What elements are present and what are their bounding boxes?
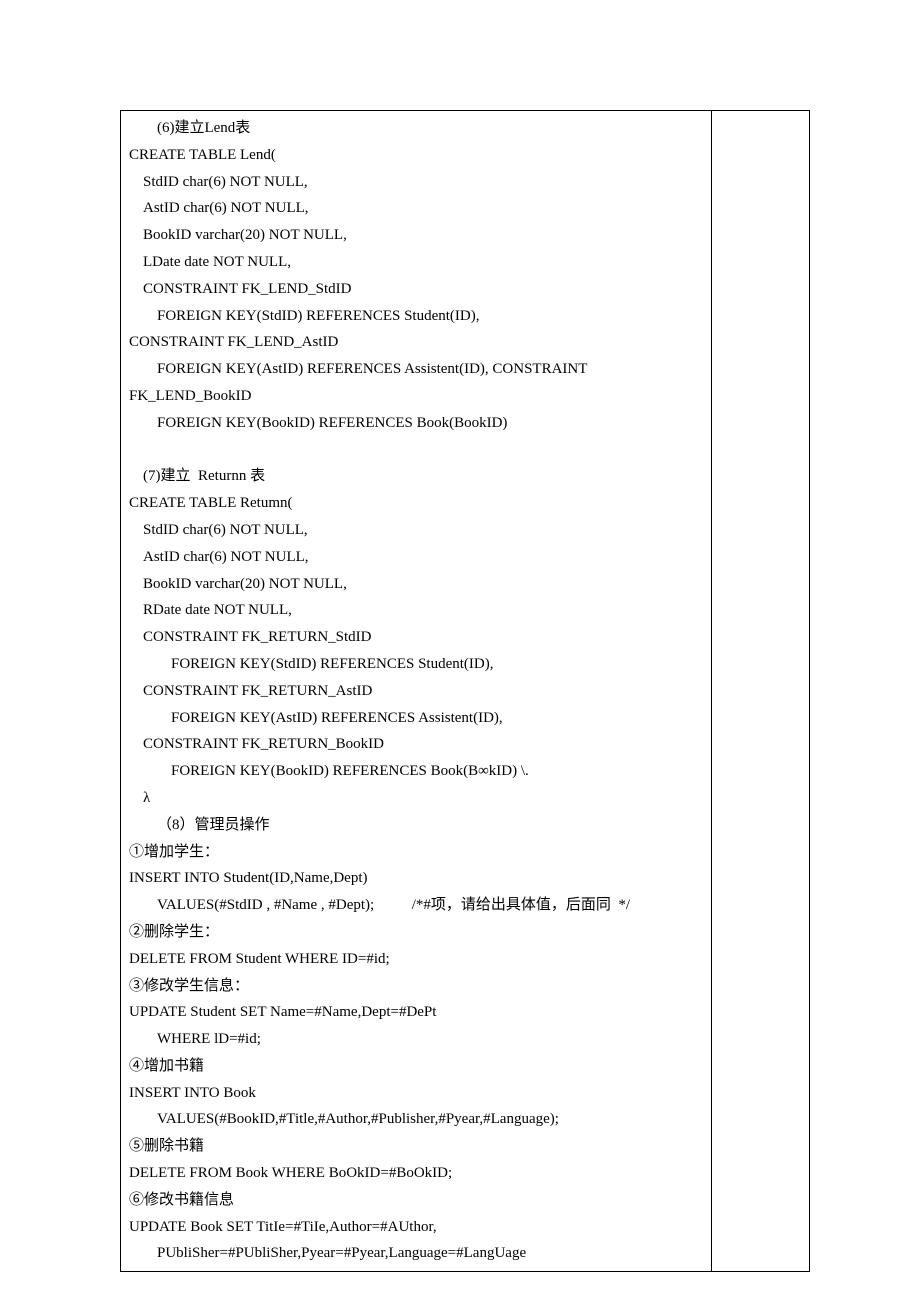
document-page: (6)建立Lend表CREATE TABLE Lend(StdID char(6… — [0, 0, 920, 1301]
code-line: INSERT INTO Student(ID,Name,Dept) — [129, 865, 703, 892]
code-line: （8）管理员操作 — [129, 812, 703, 839]
code-line: FOREIGN KEY(StdID) REFERENCES Student(ID… — [129, 303, 703, 330]
code-block: (6)建立Lend表CREATE TABLE Lend(StdID char(6… — [129, 115, 703, 1267]
code-line: ②删除学生： — [129, 919, 703, 946]
code-line: ⑥修改书籍信息 — [129, 1187, 703, 1214]
code-line: BookID varchar(20) NOT NULL, — [129, 222, 703, 249]
code-line: FK_LEND_BookID — [129, 383, 703, 410]
code-line: CONSTRAINT FK_RETURN_BookID — [129, 731, 703, 758]
code-line: λ — [129, 785, 703, 812]
code-line: LDate date NOT NULL, — [129, 249, 703, 276]
code-line: CONSTRAINT FK_LEND_AstID — [129, 329, 703, 356]
code-line: FOREIGN KEY(BookID) REFERENCES Book(B∞kI… — [129, 758, 703, 785]
code-line: FOREIGN KEY(BookID) REFERENCES Book(Book… — [129, 410, 703, 437]
code-line: FOREIGN KEY(AstID) REFERENCES Assistent(… — [129, 705, 703, 732]
code-line: VALUES(#StdID , #Name , #Dept); /*#项，请给出… — [129, 892, 703, 919]
code-line: AstID char(6) NOT NULL, — [129, 195, 703, 222]
code-line: PUbliSher=#PUbliSher,Pyear=#Pyear,Langua… — [129, 1240, 703, 1267]
code-line: UPDATE Student SET Name=#Name,Dept=#DePt — [129, 999, 703, 1026]
code-line: ⑤删除书籍 — [129, 1133, 703, 1160]
code-line: CREATE TABLE Retumn( — [129, 490, 703, 517]
code-line: BookID varchar(20) NOT NULL, — [129, 571, 703, 598]
code-line — [129, 437, 703, 464]
code-line: StdID char(6) NOT NULL, — [129, 517, 703, 544]
side-cell — [711, 111, 809, 1272]
code-line: ③修改学生信息： — [129, 973, 703, 1000]
main-content-cell: (6)建立Lend表CREATE TABLE Lend(StdID char(6… — [121, 111, 712, 1272]
code-line: FOREIGN KEY(AstID) REFERENCES Assistent(… — [129, 356, 703, 383]
code-line: (6)建立Lend表 — [129, 115, 703, 142]
code-line: CONSTRAINT FK_LEND_StdID — [129, 276, 703, 303]
code-line: RDate date NOT NULL, — [129, 597, 703, 624]
code-line: ①增加学生： — [129, 839, 703, 866]
code-line: INSERT INTO Book — [129, 1080, 703, 1107]
code-line: VALUES(#BookID,#Title,#Author,#Publisher… — [129, 1106, 703, 1133]
code-line: (7)建立 Returnn 表 — [129, 463, 703, 490]
code-line: CONSTRAINT FK_RETURN_StdID — [129, 624, 703, 651]
code-line: AstID char(6) NOT NULL, — [129, 544, 703, 571]
code-line: StdID char(6) NOT NULL, — [129, 169, 703, 196]
code-line: UPDATE Book SET TitIe=#TiIe,Author=#AUth… — [129, 1214, 703, 1241]
code-line: CONSTRAINT FK_RETURN_AstID — [129, 678, 703, 705]
code-line: ④增加书籍 — [129, 1053, 703, 1080]
code-line: CREATE TABLE Lend( — [129, 142, 703, 169]
content-table: (6)建立Lend表CREATE TABLE Lend(StdID char(6… — [120, 110, 810, 1272]
code-line: DELETE FROM Student WHERE ID=#id; — [129, 946, 703, 973]
code-line: DELETE FROM Book WHERE BoOkID=#BoOkID; — [129, 1160, 703, 1187]
code-line: WHERE lD=#id; — [129, 1026, 703, 1053]
code-line: FOREIGN KEY(StdID) REFERENCES Student(ID… — [129, 651, 703, 678]
